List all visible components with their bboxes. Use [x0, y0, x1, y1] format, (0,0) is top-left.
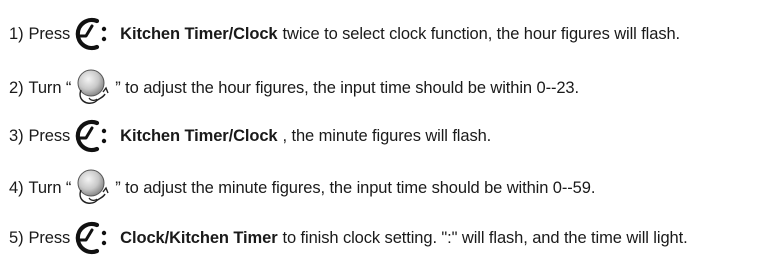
step-text: to finish clock setting. ":" will flash,…: [282, 228, 688, 247]
rotary-knob-icon: [77, 169, 109, 204]
clock-timer-button-icon: [75, 119, 107, 153]
step-1: 1) Press Kitchen Timer/Clock twice to se…: [9, 16, 680, 52]
rotary-knob-icon: [77, 69, 109, 104]
step-3: 3) Press Kitchen Timer/Clock , the minut…: [9, 118, 491, 154]
step-4: 4) Turn “ ” to adjust the minute figures…: [9, 168, 595, 208]
step-number: 4): [9, 178, 24, 197]
step-number: 5): [9, 228, 24, 247]
step-text: , the minute figures will flash.: [282, 126, 492, 145]
step-verb: Press: [28, 126, 71, 145]
step-number: 1): [9, 24, 24, 43]
step-text: ” to adjust the hour figures, the input …: [115, 78, 579, 97]
button-name: Clock/Kitchen Timer: [120, 228, 278, 247]
step-number: 2): [9, 78, 24, 97]
button-name: Kitchen Timer/Clock: [120, 126, 278, 145]
clock-timer-button-icon: [75, 221, 107, 255]
step-5: 5) Press Clock/Kitchen Timer to finish c…: [9, 220, 688, 256]
step-verb: Press: [28, 24, 71, 43]
step-2: 2) Turn “ ” to adjust the hour figures, …: [9, 68, 579, 108]
step-verb: Turn “: [28, 178, 72, 197]
instruction-list: 1) Press Kitchen Timer/Clock twice to se…: [0, 0, 766, 265]
step-verb: Press: [28, 228, 71, 247]
step-verb: Turn “: [28, 78, 72, 97]
step-text: twice to select clock function, the hour…: [282, 24, 681, 43]
button-name: Kitchen Timer/Clock: [120, 24, 278, 43]
clock-timer-button-icon: [75, 17, 107, 51]
step-number: 3): [9, 126, 24, 145]
step-text: ” to adjust the minute figures, the inpu…: [115, 178, 596, 197]
